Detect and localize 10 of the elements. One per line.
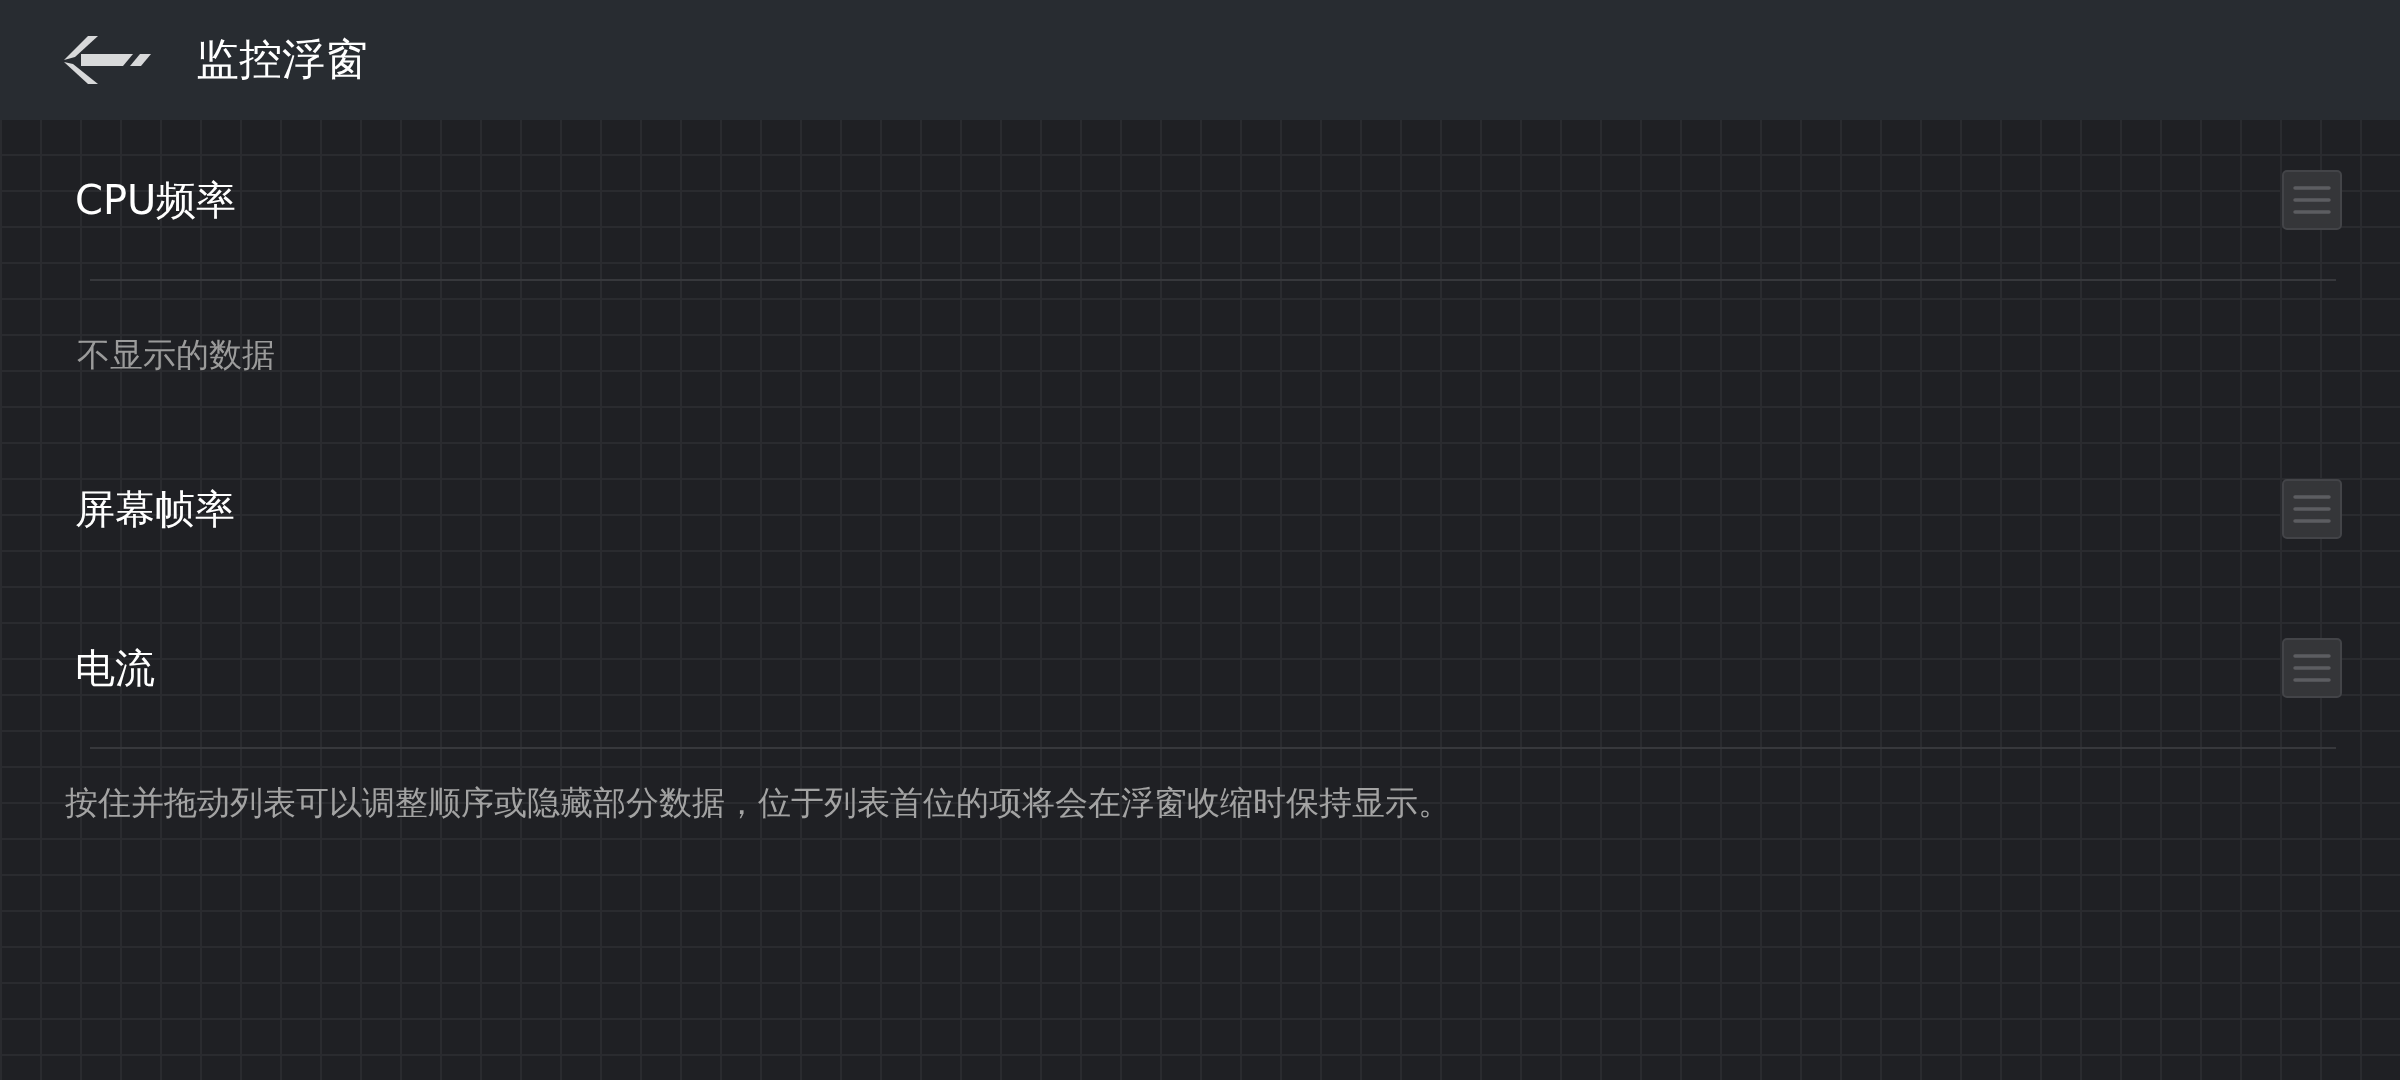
back-icon[interactable] xyxy=(63,36,151,84)
item-label: CPU频率 xyxy=(75,175,237,224)
item-label: 电流 xyxy=(75,643,155,692)
drag-handle-icon[interactable] xyxy=(2282,478,2342,539)
page-title: 监控浮窗 xyxy=(196,34,368,86)
item-label: 屏幕帧率 xyxy=(75,484,235,533)
hint-text: 按住并拖动列表可以调整顺序或隐藏部分数据，位于列表首位的项将会在浮窗收缩时保持显示。 xyxy=(65,783,1451,823)
section-title: 不显示的数据 xyxy=(77,335,275,375)
drag-handle-icon[interactable] xyxy=(2282,169,2342,230)
drag-handle-icon[interactable] xyxy=(2282,637,2342,698)
